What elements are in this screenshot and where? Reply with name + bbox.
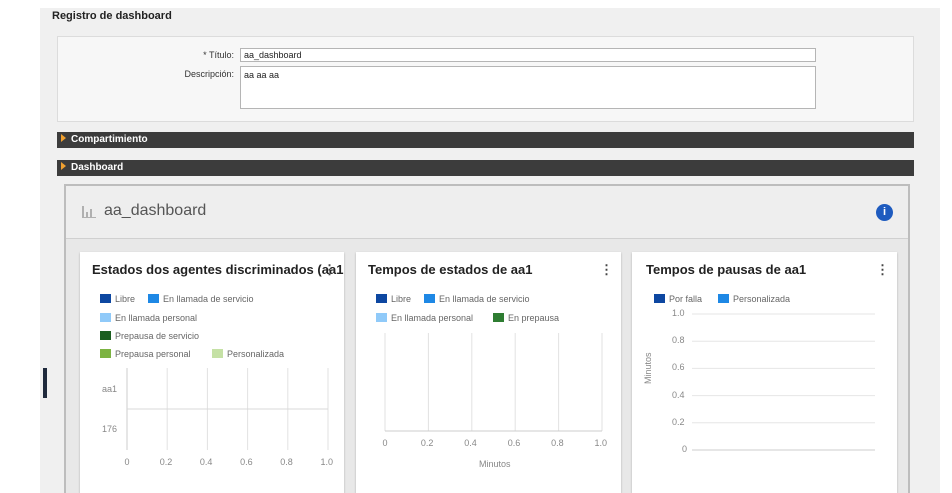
x-tick-label: 0.4: [464, 438, 477, 448]
tempos-pausas-chart: [692, 313, 875, 451]
side-tab[interactable]: [43, 368, 47, 398]
card-title: Estados dos agentes discriminados (aa1 e: [92, 262, 344, 277]
x-tick-label: 0.8: [280, 457, 293, 467]
dashboard-label: Dashboard: [71, 162, 124, 173]
legend-swatch: [148, 294, 159, 304]
legend-item[interactable]: En llamada personal: [376, 313, 473, 323]
y-tick-label: 1.0: [672, 308, 685, 318]
kebab-menu-icon[interactable]: ⋮: [323, 262, 336, 278]
kebab-menu-icon[interactable]: ⋮: [876, 262, 889, 278]
y-axis-label: Minutos: [643, 352, 653, 384]
y-tick-label: 0.8: [672, 335, 685, 346]
y-tick-label: 0.2: [672, 416, 685, 427]
card-title: Tempos de pausas de aa1: [646, 262, 807, 277]
y-tick-label: 0: [682, 444, 688, 454]
y-tick-label: aa1: [102, 384, 118, 394]
legend-swatch: [376, 313, 387, 323]
x-axis-label: Minutos: [479, 459, 511, 469]
descripcion-textarea[interactable]: aa aa aa: [240, 66, 816, 109]
descripcion-label: Descripción:: [184, 69, 234, 79]
expand-caret-icon: [61, 134, 66, 143]
x-tick-label: 1.0: [594, 438, 608, 448]
legend-item[interactable]: Libre: [376, 294, 411, 304]
legend-item[interactable]: Personalizada: [212, 349, 284, 359]
info-icon[interactable]: i: [876, 204, 893, 221]
x-tick-label: 1.0: [320, 457, 334, 467]
y-tick-label: 176: [102, 424, 118, 434]
x-tick-label: 0: [124, 457, 130, 467]
titulo-input[interactable]: aa_dashboard: [240, 48, 816, 62]
legend-swatch: [100, 313, 111, 323]
titulo-label: * Título:: [203, 50, 234, 60]
page-title: Registro de dashboard: [52, 10, 172, 22]
x-tick-label: 0.6: [507, 438, 521, 448]
legend-swatch: [376, 294, 387, 304]
legend-swatch: [100, 331, 111, 341]
legend-item[interactable]: Prepausa de servicio: [100, 331, 199, 341]
legend-item[interactable]: En llamada de servicio: [424, 294, 530, 304]
legend-item[interactable]: En llamada personal: [100, 313, 197, 323]
dashboard-section-bar[interactable]: Dashboard: [57, 160, 914, 176]
x-tick-label: 0.8: [551, 438, 564, 448]
x-tick-label: 0.2: [420, 438, 434, 448]
expand-caret-icon: [61, 162, 66, 171]
compartimiento-label: Compartimiento: [71, 134, 148, 145]
legend-item[interactable]: En prepausa: [493, 313, 559, 323]
estados-agentes-chart: [126, 368, 329, 450]
bar-chart-icon: [82, 206, 96, 218]
tempos-estados-chart: [384, 333, 603, 432]
y-tick-label: 0.4: [672, 389, 685, 400]
legend-swatch: [212, 349, 223, 359]
y-tick-label: 0.6: [672, 362, 685, 373]
card-title: Tempos de estados de aa1: [368, 262, 533, 277]
dashboard-title: aa_dashboard: [104, 202, 207, 219]
compartimiento-section-bar[interactable]: Compartimiento: [57, 132, 914, 148]
legend-item[interactable]: Libre: [100, 294, 135, 304]
x-tick-label: 0.6: [240, 457, 253, 467]
x-tick-label: 0.2: [159, 457, 173, 467]
legend-swatch: [493, 313, 504, 323]
x-tick-label: 0.4: [199, 457, 213, 467]
legend-swatch: [100, 294, 111, 304]
kebab-menu-icon[interactable]: ⋮: [600, 262, 613, 278]
legend-item[interactable]: En llamada de servicio: [148, 294, 254, 304]
legend-swatch: [100, 349, 111, 359]
legend-swatch: [424, 294, 435, 304]
legend-item[interactable]: Prepausa personal: [100, 349, 191, 359]
x-tick-label: 0: [382, 438, 388, 448]
